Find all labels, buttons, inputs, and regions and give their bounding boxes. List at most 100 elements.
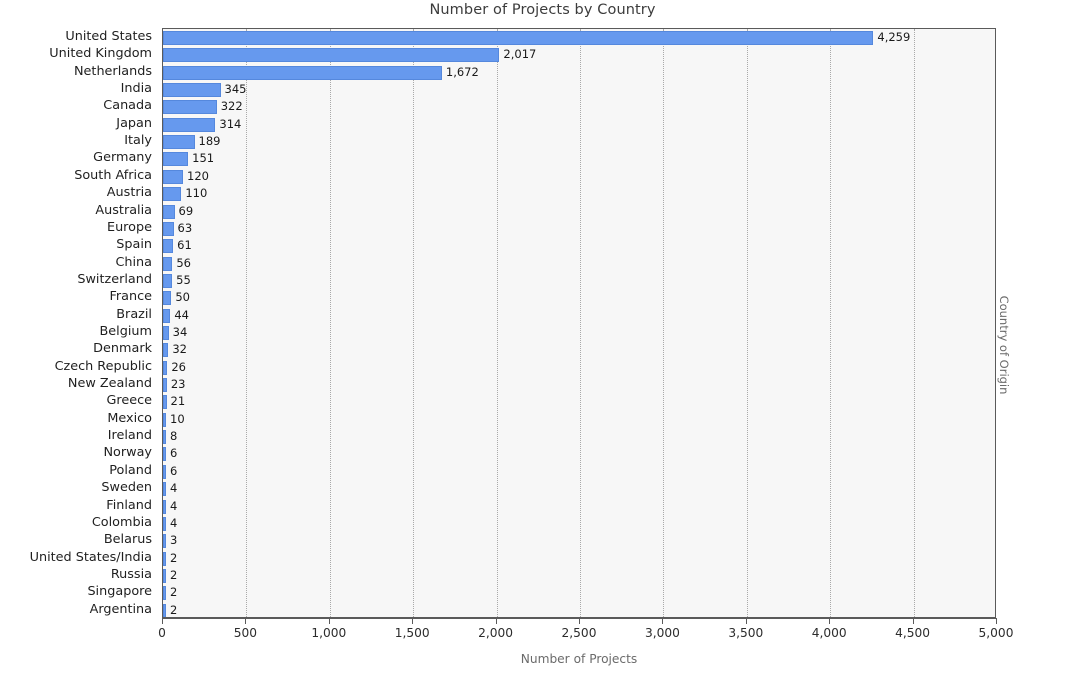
bar-value-label: 44 <box>174 307 189 322</box>
bar-row[interactable]: 189 <box>163 133 995 151</box>
bar-row[interactable]: 110 <box>163 185 995 203</box>
bar-row[interactable]: 314 <box>163 116 995 134</box>
bar[interactable] <box>163 273 173 288</box>
bar-row[interactable]: 23 <box>163 376 995 394</box>
bar-row[interactable]: 61 <box>163 237 995 255</box>
bar-row[interactable]: 1,672 <box>163 64 995 82</box>
bar-chart: Number of Projects by Country United Sta… <box>0 0 1085 675</box>
y-axis-label: Russia <box>110 566 152 582</box>
y-axis-label: Switzerland <box>77 271 152 287</box>
bar[interactable] <box>163 239 174 254</box>
bar-row[interactable]: 63 <box>163 220 995 238</box>
bar[interactable] <box>163 516 166 531</box>
bar[interactable] <box>163 31 874 45</box>
bars-container: 4,259 2,017 1,672 345 322 314 189 151 120 110 69 63… <box>163 29 995 617</box>
bar-row[interactable]: 34 <box>163 324 995 342</box>
bar-row[interactable]: 4 <box>163 498 995 516</box>
bar-value-label: 23 <box>170 377 186 392</box>
x-axis-tick <box>829 618 831 624</box>
bar[interactable] <box>163 308 171 323</box>
bar-value-label: 21 <box>170 394 186 409</box>
bar[interactable] <box>163 152 189 167</box>
bar[interactable] <box>163 568 166 583</box>
bar[interactable] <box>163 169 184 184</box>
bar-value-label: 34 <box>172 325 188 339</box>
bar-row[interactable]: 4,259 <box>163 29 995 47</box>
bar[interactable] <box>163 291 172 306</box>
bar[interactable] <box>163 360 168 375</box>
bar[interactable] <box>163 326 169 340</box>
bar-row[interactable]: 151 <box>163 150 995 168</box>
bar-row[interactable]: 2,017 <box>163 46 995 64</box>
bar-value-label: 314 <box>219 116 242 131</box>
y-axis-category-labels: United States United Kingdom Netherlands In… <box>0 28 156 618</box>
bar-row[interactable]: 345 <box>163 81 995 99</box>
bar[interactable] <box>163 187 182 202</box>
bar-row[interactable]: 6 <box>163 445 995 463</box>
bar[interactable] <box>163 430 166 445</box>
bar-value-label: 10 <box>170 411 185 426</box>
bar[interactable] <box>163 65 442 80</box>
bar[interactable] <box>163 534 166 549</box>
bar-row[interactable]: 32 <box>163 341 995 359</box>
bar[interactable] <box>163 464 166 479</box>
x-axis-tick <box>245 618 247 624</box>
bar-value-label: 63 <box>177 220 193 235</box>
bar-row[interactable]: 26 <box>163 359 995 377</box>
bar-row[interactable]: 2 <box>163 584 995 602</box>
bar[interactable] <box>163 447 166 462</box>
bar-row[interactable]: 69 <box>163 203 995 221</box>
bar[interactable] <box>163 117 216 132</box>
bar[interactable] <box>163 100 217 115</box>
bar-row[interactable]: 56 <box>163 255 995 273</box>
y-axis-label: Argentina <box>89 601 152 617</box>
bar[interactable] <box>163 135 195 150</box>
bar[interactable] <box>163 395 167 410</box>
bar[interactable] <box>163 412 166 427</box>
bar-row[interactable]: 322 <box>163 98 995 116</box>
bar-row[interactable]: 6 <box>163 463 995 481</box>
bar-row[interactable]: 2 <box>163 550 995 568</box>
bar-value-label: 6 <box>170 446 178 461</box>
bar[interactable] <box>163 551 166 566</box>
bar[interactable] <box>163 603 166 617</box>
bar[interactable] <box>163 482 166 497</box>
bar-row[interactable]: 2 <box>163 602 995 617</box>
bar-value-label: 50 <box>175 290 190 305</box>
bar-row[interactable]: 21 <box>163 393 995 411</box>
bar-row[interactable]: 3 <box>163 532 995 550</box>
bar-value-label: 3 <box>170 533 178 548</box>
x-axis-tick-label: 0 <box>158 626 166 640</box>
bar-value-label: 345 <box>224 82 247 97</box>
y-axis-label: United States <box>65 29 152 44</box>
x-axis-tick <box>912 618 914 624</box>
bar-row[interactable]: 4 <box>163 515 995 533</box>
bar[interactable] <box>163 83 221 98</box>
bar-value-label: 32 <box>172 342 187 357</box>
bar-value-label: 56 <box>176 255 191 270</box>
bar[interactable] <box>163 343 169 358</box>
bar-row[interactable]: 50 <box>163 289 995 307</box>
x-axis-tick-label: 2,000 <box>478 626 514 640</box>
bar-value-label: 110 <box>185 186 208 201</box>
bar-row[interactable]: 4 <box>163 480 995 498</box>
bar[interactable] <box>163 48 500 63</box>
bar-row[interactable]: 44 <box>163 307 995 325</box>
y-axis-label: United Kingdom <box>49 46 152 62</box>
bar[interactable] <box>163 204 175 219</box>
bar-row[interactable]: 8 <box>163 428 995 446</box>
bar-row[interactable]: 2 <box>163 567 995 585</box>
y-axis-label: Mexico <box>107 410 152 426</box>
y-axis-label: Netherlands <box>73 63 152 79</box>
bar[interactable] <box>163 499 166 514</box>
bar-row[interactable]: 120 <box>163 168 995 186</box>
bar-value-label: 4 <box>170 481 178 496</box>
bar-row[interactable]: 10 <box>163 411 995 429</box>
bar[interactable] <box>163 221 174 236</box>
bar-value-label: 8 <box>170 429 178 444</box>
bar[interactable] <box>163 586 166 601</box>
bar-row[interactable]: 55 <box>163 272 995 290</box>
x-axis-title: Number of Projects <box>520 652 638 666</box>
bar[interactable] <box>163 256 173 271</box>
bar[interactable] <box>163 378 167 393</box>
